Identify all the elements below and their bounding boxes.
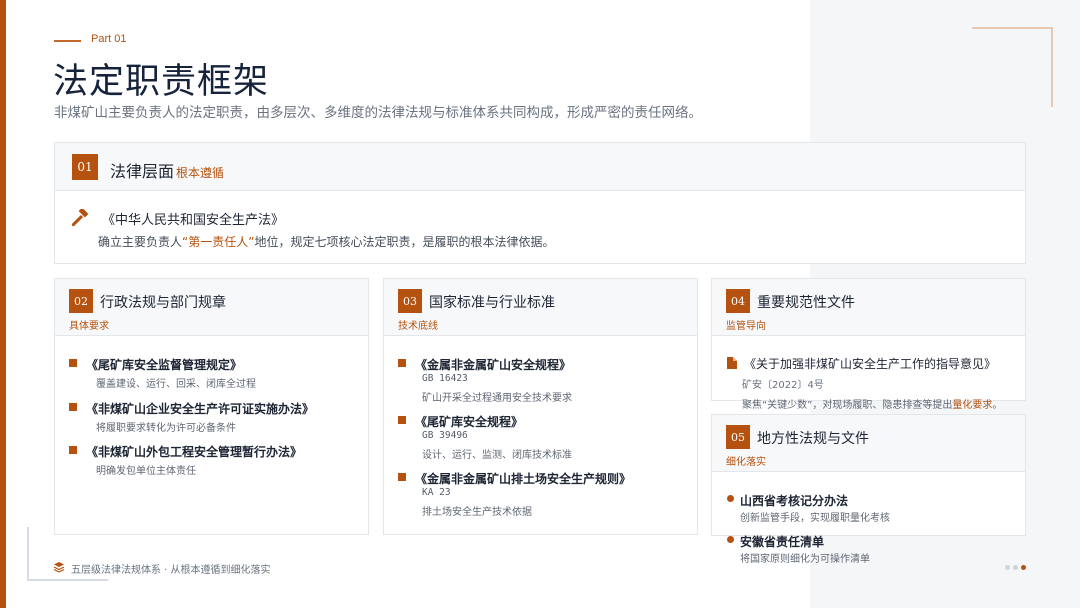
standard-name: 《金属非金属矿山排土场安全生产规则》 (415, 472, 632, 486)
standards-card: 03 国家标准与行业标准 技术底线 《金属非金属矿山安全规程》 GB 16423… (383, 278, 698, 535)
document-desc-before: 聚焦“关键少数”，对现场履职、隐患排查等提出 (742, 400, 953, 411)
regulation-desc: 将履职要求转化为许可必备条件 (96, 423, 236, 434)
standards-title: 国家标准与行业标准 (429, 295, 555, 311)
page-indicator-dot[interactable] (1013, 565, 1018, 570)
law-desc-before: 确立主要负责人 (98, 235, 183, 249)
square-bullet-icon (398, 359, 406, 367)
normative-documents-header: 04 重要规范性文件 监管导向 (712, 279, 1025, 336)
dot-bullet-icon (727, 536, 734, 543)
document-description: 聚焦“关键少数”，对现场履职、隐患排查等提出量化要求。 (742, 396, 1002, 411)
part-label: Part 01 (91, 33, 127, 45)
left-accent-bar (0, 0, 6, 608)
square-bullet-icon (398, 416, 406, 424)
regulation-desc: 明确发包单位主体责任 (96, 466, 196, 477)
square-bullet-icon (69, 446, 77, 454)
standard-name: 《尾矿库安全规程》 (415, 415, 524, 429)
part-divider-line (54, 40, 81, 42)
law-layer-card: 01 法律层面 根本遵循 《中华人民共和国安全生产法》 确立主要负责人“第一责任人… (54, 142, 1026, 264)
standard-desc: 设计、运行、监测、闭库技术标准 (422, 450, 572, 461)
standard-name: 《金属非金属矿山安全规程》 (415, 358, 572, 372)
square-bullet-icon (398, 473, 406, 481)
page-subtitle: 非煤矿山主要负责人的法定职责，由多层次、多维度的法律法规与标准体系共同构成，形成… (54, 105, 702, 121)
dot-bullet-icon (727, 495, 734, 502)
standard-desc: 矿山开采全过程通用安全技术要求 (422, 393, 572, 404)
standard-code: GB 39496 (422, 430, 468, 441)
standard-desc: 排土场安全生产技术依据 (422, 507, 532, 518)
document-icon (727, 357, 737, 369)
standard-code: KA 23 (422, 487, 451, 498)
local-regulations-title: 地方性法规与文件 (757, 431, 869, 447)
standard-code: GB 16423 (422, 373, 468, 384)
normative-documents-title: 重要规范性文件 (757, 295, 855, 311)
admin-regulations-number-badge: 02 (69, 289, 93, 313)
regulation-name: 《非煤矿山外包工程安全管理暂行办法》 (86, 445, 303, 459)
local-regulations-number-badge: 05 (726, 425, 750, 449)
law-layer-tag: 根本遵循 (176, 166, 225, 180)
local-regulation-name: 山西省考核记分办法 (740, 494, 849, 508)
local-regulations-header: 05 地方性法规与文件 细化落实 (712, 415, 1025, 472)
law-desc-highlight: “第一责任人” (182, 235, 255, 249)
document-title: 《关于加强非煤矿山安全生产工作的指导意见》 (744, 357, 997, 371)
local-regulation-name: 安徽省责任清单 (740, 535, 825, 549)
page-indicator-dot[interactable] (1005, 565, 1010, 570)
standards-header: 03 国家标准与行业标准 技术底线 (384, 279, 697, 336)
standards-tag: 技术底线 (398, 321, 438, 332)
regulation-name: 《非煤矿山企业安全生产许可证实施办法》 (86, 402, 315, 416)
local-regulation-desc: 将国家原则细化为可操作清单 (740, 554, 870, 565)
regulation-name: 《尾矿库安全监督管理规定》 (86, 358, 243, 372)
gavel-icon (72, 209, 89, 227)
local-regulations-card: 05 地方性法规与文件 细化落实 山西省考核记分办法 创新监管手段，实现履职量化… (711, 414, 1026, 565)
admin-regulations-header: 02 行政法规与部门规章 具体要求 (55, 279, 368, 336)
layers-icon (53, 562, 65, 573)
page-indicator-dot-active[interactable] (1021, 565, 1026, 570)
square-bullet-icon (69, 359, 77, 367)
regulation-desc: 覆盖建设、运行、回采、闭库全过程 (96, 379, 256, 390)
local-regulation-desc: 创新监管手段，实现履职量化考核 (740, 513, 890, 524)
footer-caption: 五层级法律法规体系 · 从根本遵循到细化落实 (71, 565, 271, 576)
square-bullet-icon (69, 403, 77, 411)
normative-documents-card: 04 重要规范性文件 监管导向 《关于加强非煤矿山安全生产工作的指导意见》 矿安… (711, 278, 1026, 411)
admin-regulations-card: 02 行政法规与部门规章 具体要求 《尾矿库安全监督管理规定》 覆盖建设、运行、… (54, 278, 369, 535)
corner-decoration-top-right (972, 27, 1053, 107)
document-desc-highlight: 量化要求 (952, 400, 993, 411)
document-code: 矿安〔2022〕4号 (742, 380, 824, 391)
standards-number-badge: 03 (398, 289, 422, 313)
law-layer-title: 法律层面 根本遵循 (110, 158, 224, 182)
local-regulations-tag: 细化落实 (726, 457, 766, 468)
law-layer-header: 01 法律层面 根本遵循 (55, 143, 1025, 191)
page-title: 法定职责框架 (53, 62, 270, 102)
normative-documents-tag: 监管导向 (726, 321, 766, 332)
law-layer-number-badge: 01 (72, 154, 98, 180)
law-name: 《中华人民共和国安全生产法》 (102, 213, 285, 228)
law-desc-after: 地位，规定七项核心法定职责，是履职的根本法律依据。 (254, 235, 555, 249)
document-desc-after: 。 (992, 400, 1003, 411)
admin-regulations-tag: 具体要求 (69, 321, 109, 332)
admin-regulations-title: 行政法规与部门规章 (100, 295, 226, 311)
law-layer-title-text: 法律层面 (110, 162, 175, 181)
law-description: 确立主要负责人“第一责任人”地位，规定七项核心法定职责，是履职的根本法律依据。 (98, 233, 554, 250)
normative-documents-number-badge: 04 (726, 289, 750, 313)
